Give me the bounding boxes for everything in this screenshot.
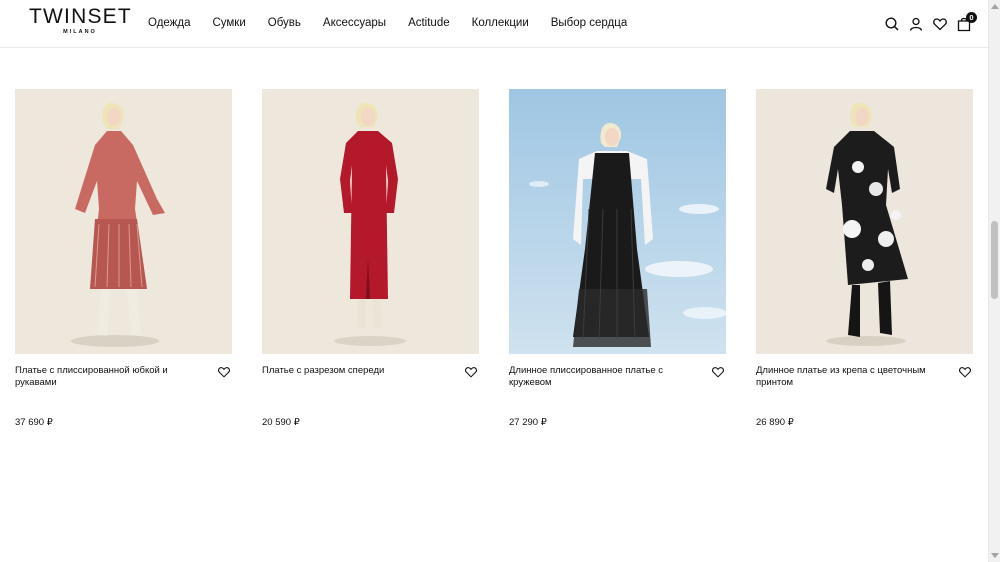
page-scrollbar[interactable] bbox=[988, 0, 1000, 562]
product-price: 20 590 ₽ bbox=[262, 417, 300, 428]
product-title[interactable]: Длинное плиссированное платье с кружевом bbox=[509, 365, 697, 389]
nav-item-heart-choice[interactable]: Выбор сердца bbox=[551, 17, 627, 29]
site-header: TWINSET MILANO Одежда Сумки Обувь Аксесс… bbox=[0, 0, 988, 48]
heart-icon[interactable] bbox=[932, 16, 948, 32]
nav-item-collections[interactable]: Коллекции bbox=[472, 17, 529, 29]
product-image[interactable] bbox=[262, 89, 479, 354]
scroll-thumb[interactable] bbox=[991, 221, 998, 299]
cart-count-badge: 0 bbox=[966, 12, 977, 23]
brand-logo[interactable]: TWINSET MILANO bbox=[29, 5, 132, 36]
heart-icon[interactable] bbox=[217, 365, 231, 379]
scroll-up-icon[interactable] bbox=[991, 4, 999, 9]
product-title[interactable]: Платье с разрезом спереди bbox=[262, 365, 450, 377]
header-icons: 0 bbox=[876, 12, 977, 32]
brand-sub: MILANO bbox=[63, 29, 97, 35]
scroll-down-icon[interactable] bbox=[991, 553, 999, 558]
nav-item-actitude[interactable]: Actitude bbox=[408, 17, 450, 29]
search-icon[interactable] bbox=[884, 16, 900, 32]
nav-item-bags[interactable]: Сумки bbox=[212, 17, 245, 29]
product-price: 37 690 ₽ bbox=[15, 417, 53, 428]
main-nav: Одежда Сумки Обувь Аксессуары Actitude К… bbox=[148, 17, 649, 29]
nav-item-clothing[interactable]: Одежда bbox=[148, 17, 190, 29]
user-icon[interactable] bbox=[908, 16, 924, 32]
product-card[interactable]: Длинное платье из крепа с цветочным прин… bbox=[756, 89, 973, 428]
product-card[interactable]: Платье с плиссированной юбкой и рукавами… bbox=[15, 89, 232, 428]
product-title[interactable]: Платье с плиссированной юбкой и рукавами bbox=[15, 365, 203, 389]
product-card[interactable]: Платье с разрезом спереди 20 590 ₽ bbox=[262, 89, 479, 428]
product-image[interactable] bbox=[509, 89, 726, 354]
product-price: 27 290 ₽ bbox=[509, 417, 547, 428]
product-image[interactable] bbox=[756, 89, 973, 354]
nav-item-shoes[interactable]: Обувь bbox=[268, 17, 301, 29]
heart-icon[interactable] bbox=[464, 365, 478, 379]
product-card[interactable]: Длинное плиссированное платье с кружевом… bbox=[509, 89, 726, 428]
heart-icon[interactable] bbox=[958, 365, 972, 379]
nav-item-accessories[interactable]: Аксессуары bbox=[323, 17, 386, 29]
product-title[interactable]: Длинное платье из крепа с цветочным прин… bbox=[756, 365, 944, 389]
product-price: 26 890 ₽ bbox=[756, 417, 794, 428]
bag-icon[interactable]: 0 bbox=[956, 12, 977, 32]
product-image[interactable] bbox=[15, 89, 232, 354]
heart-icon[interactable] bbox=[711, 365, 725, 379]
brand-name: TWINSET bbox=[29, 5, 132, 28]
